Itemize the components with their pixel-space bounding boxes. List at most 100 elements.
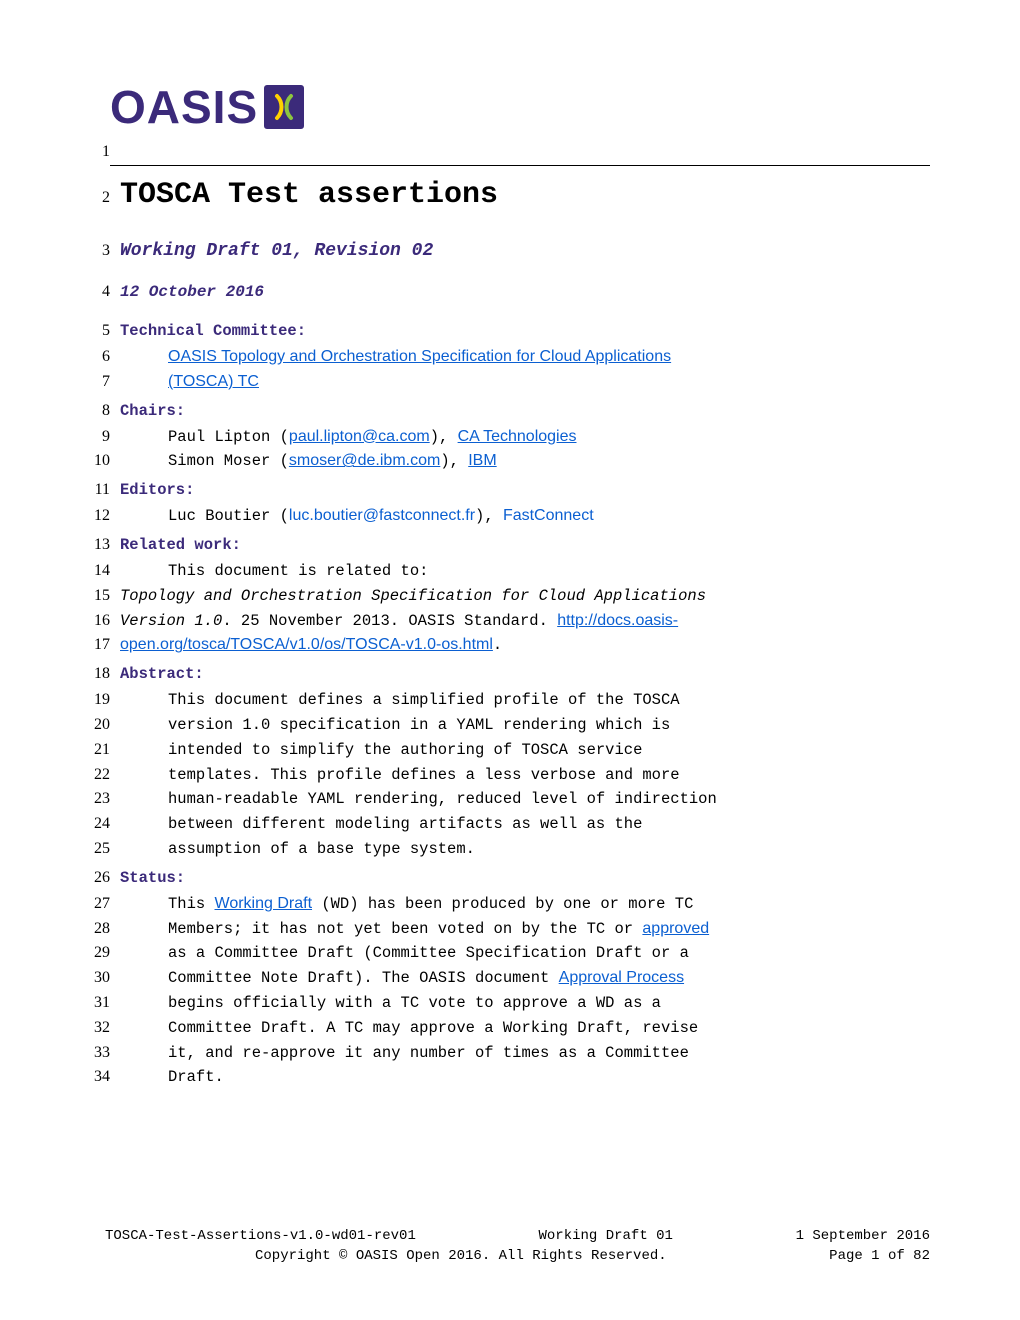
chair-name: Simon Moser (	[168, 452, 289, 470]
approval-process-link[interactable]: Approval Process	[559, 969, 684, 986]
text: .	[493, 636, 502, 654]
footer-row-1: TOSCA-Test-Assertions-v1.0-wd01-rev01 Wo…	[105, 1228, 930, 1244]
text: Committee Draft. A TC may approve a Work…	[120, 1016, 930, 1040]
status-line: 29as a Committee Draft (Committee Specif…	[60, 941, 930, 966]
lineno: 9	[60, 425, 120, 450]
page-footer: TOSCA-Test-Assertions-v1.0-wd01-rev01 Wo…	[105, 1228, 930, 1264]
title-text: TOSCA Test assertions	[120, 172, 930, 231]
lineno: 25	[60, 837, 120, 862]
line-1: 1	[60, 140, 930, 165]
text: assumption of a base type system.	[120, 837, 930, 861]
abstract-line: 21intended to simplify the authoring of …	[60, 738, 930, 763]
lineno: 3	[60, 239, 120, 264]
lineno: 2	[60, 186, 120, 211]
text: (WD) has been produced by one or more TC	[312, 895, 693, 913]
lineno: 22	[60, 763, 120, 788]
chair-name: Paul Lipton (	[168, 428, 289, 446]
lineno: 4	[60, 280, 120, 305]
text: Committee Note Draft). The OASIS documen…	[168, 969, 559, 987]
sep: ),	[475, 507, 503, 525]
text: Topology and Orchestration Specification…	[120, 584, 930, 608]
status-line: 32Committee Draft. A TC may approve a Wo…	[60, 1016, 930, 1041]
text: version 1.0 specification in a YAML rend…	[120, 713, 930, 737]
tc-link-line2: 7 (TOSCA) TC	[60, 370, 930, 395]
lineno: 33	[60, 1041, 120, 1066]
editor-1: 12 Luc Boutier (luc.boutier@fastconnect.…	[60, 504, 930, 529]
approved-link[interactable]: approved	[642, 920, 709, 937]
chair-org-link[interactable]: CA Technologies	[458, 428, 577, 445]
date-text: 12 October 2016	[120, 276, 930, 315]
document-page: OASIS 1 2 TOSCA Test assertions 3 Workin…	[0, 0, 1020, 1320]
lineno: 16	[60, 609, 120, 634]
tc-link-line1: 6 OASIS Topology and Orchestration Speci…	[60, 345, 930, 370]
editor-org-link[interactable]: FastConnect	[503, 507, 594, 524]
text: This document is related to:	[120, 559, 930, 583]
working-draft-link[interactable]: Working Draft	[215, 895, 313, 912]
subtitle-text: Working Draft 01, Revision 02	[120, 230, 930, 276]
lineno: 32	[60, 1016, 120, 1041]
abstract-line: 23human-readable YAML rendering, reduced…	[60, 787, 930, 812]
lineno: 13	[60, 533, 120, 558]
abstract-line: 19This document defines a simplified pro…	[60, 688, 930, 713]
status-line: 31begins officially with a TC vote to ap…	[60, 991, 930, 1016]
related-title-l3: 17 open.org/tosca/TOSCA/v1.0/os/TOSCA-v1…	[60, 633, 930, 658]
related-doc-link[interactable]: http://docs.oasis-	[557, 612, 678, 629]
logo-row: OASIS	[60, 80, 930, 134]
lineno: 30	[60, 966, 120, 991]
status-line: 27 This Working Draft (WD) has been prod…	[60, 892, 930, 917]
lineno: 20	[60, 713, 120, 738]
chair-2: 10 Simon Moser (smoser@de.ibm.com), IBM	[60, 449, 930, 474]
text: Draft.	[120, 1065, 930, 1089]
logo-badge-icon	[264, 85, 304, 129]
tc-link[interactable]: (TOSCA) TC	[168, 373, 259, 390]
text: This document defines a simplified profi…	[120, 688, 930, 712]
doc-subtitle: 3 Working Draft 01, Revision 02	[60, 230, 930, 276]
lineno: 19	[60, 688, 120, 713]
text: Version 1.0	[120, 612, 222, 630]
lineno: 7	[60, 370, 120, 395]
lineno: 15	[60, 584, 120, 609]
heading-text: Technical Committee:	[120, 315, 930, 345]
text: it, and re-approve it any number of time…	[120, 1041, 930, 1065]
lineno: 31	[60, 991, 120, 1016]
related-intro: 14 This document is related to:	[60, 559, 930, 584]
footer-copyright: Copyright © OASIS Open 2016. All Rights …	[255, 1248, 667, 1264]
text: This	[168, 895, 215, 913]
tc-link[interactable]: OASIS Topology and Orchestration Specifi…	[168, 348, 671, 365]
lineno: 34	[60, 1065, 120, 1090]
lineno: 17	[60, 633, 120, 658]
tc-heading: 5 Technical Committee:	[60, 315, 930, 345]
abstract-heading: 18 Abstract:	[60, 658, 930, 688]
chair-1: 9 Paul Lipton (paul.lipton@ca.com), CA T…	[60, 425, 930, 450]
heading-text: Abstract:	[120, 658, 930, 688]
status-line: 33it, and re-approve it any number of ti…	[60, 1041, 930, 1066]
abstract-line: 20version 1.0 specification in a YAML re…	[60, 713, 930, 738]
lineno: 14	[60, 559, 120, 584]
editor-email-link[interactable]: luc.boutier@fastconnect.fr	[289, 507, 475, 524]
status-line: 30 Committee Note Draft). The OASIS docu…	[60, 966, 930, 991]
chairs-heading: 8 Chairs:	[60, 395, 930, 425]
editor-name: Luc Boutier (	[168, 507, 289, 525]
footer-date: 1 September 2016	[796, 1228, 930, 1244]
chair-org-link[interactable]: IBM	[468, 452, 496, 469]
lineno: 18	[60, 662, 120, 687]
abstract-line: 22templates. This profile defines a less…	[60, 763, 930, 788]
lineno: 6	[60, 345, 120, 370]
lineno: 5	[60, 319, 120, 344]
heading-text: Status:	[120, 862, 930, 892]
footer-draft-label: Working Draft 01	[539, 1228, 673, 1244]
sep: ),	[430, 428, 458, 446]
doc-title: 2 TOSCA Test assertions	[60, 172, 930, 231]
lineno: 8	[60, 399, 120, 424]
text: as a Committee Draft (Committee Specific…	[120, 941, 930, 965]
related-doc-link[interactable]: open.org/tosca/TOSCA/v1.0/os/TOSCA-v1.0-…	[120, 636, 493, 653]
heading-text: Chairs:	[120, 395, 930, 425]
footer-doc-id: TOSCA-Test-Assertions-v1.0-wd01-rev01	[105, 1228, 416, 1244]
chair-email-link[interactable]: smoser@de.ibm.com	[289, 452, 440, 469]
related-title-l1: 15 Topology and Orchestration Specificat…	[60, 584, 930, 609]
chair-email-link[interactable]: paul.lipton@ca.com	[289, 428, 430, 445]
lineno: 12	[60, 504, 120, 529]
footer-row-2: Copyright © OASIS Open 2016. All Rights …	[105, 1248, 930, 1264]
abstract-line: 25assumption of a base type system.	[60, 837, 930, 862]
lineno: 1	[60, 140, 120, 165]
